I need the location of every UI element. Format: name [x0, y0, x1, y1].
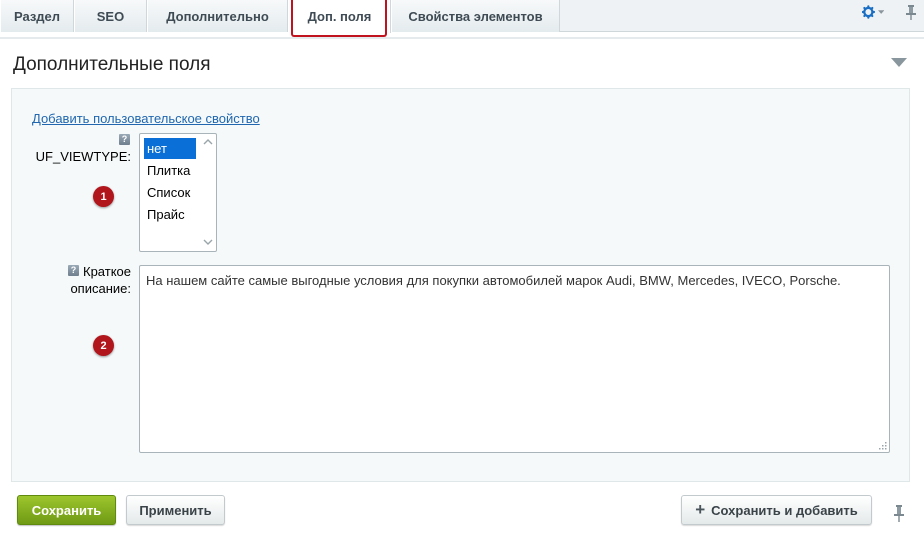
- pin-icon[interactable]: [892, 504, 906, 522]
- apply-button-label: Применить: [139, 502, 212, 518]
- tab-label: SEO: [96, 8, 125, 24]
- help-icon[interactable]: ?: [119, 134, 130, 145]
- tab-label: Доп. поля: [307, 9, 372, 24]
- tab-label: Дополнительно: [166, 8, 269, 24]
- triangle-down-icon[interactable]: [891, 58, 907, 68]
- description-textarea[interactable]: На нашем сайте самые выгодные условия дл…: [139, 265, 890, 453]
- tab-label: Свойства элементов: [408, 8, 543, 24]
- tab-element-properties[interactable]: Свойства элементов: [391, 0, 560, 32]
- resize-grip-icon[interactable]: [879, 442, 887, 450]
- tab-extra-fields[interactable]: Доп. поля: [288, 0, 391, 33]
- chevron-down-icon: [877, 9, 884, 14]
- viewtype-select[interactable]: нет Плитка Список Прайс: [139, 133, 217, 252]
- gear-icon: [862, 5, 875, 19]
- viewtype-option[interactable]: Список: [144, 182, 196, 203]
- settings-menu[interactable]: [862, 4, 884, 20]
- apply-button[interactable]: Применить: [126, 495, 225, 525]
- description-label-line1: Краткое: [83, 264, 131, 279]
- save-button[interactable]: Сохранить: [17, 495, 116, 525]
- save-button-label: Сохранить: [31, 502, 102, 518]
- add-custom-property-link[interactable]: Добавить пользовательское свойство: [32, 111, 260, 126]
- save-and-add-button[interactable]: + Сохранить и добавить: [681, 495, 872, 525]
- tab-label: Раздел: [13, 8, 61, 24]
- viewtype-option[interactable]: Плитка: [144, 160, 196, 181]
- help-icon[interactable]: ?: [68, 265, 79, 276]
- description-text: На нашем сайте самые выгодные условия дл…: [146, 273, 841, 288]
- section-title: Дополнительные поля: [13, 54, 211, 75]
- description-label-line2: описание:: [70, 281, 131, 296]
- header-divider: [0, 37, 924, 39]
- annotation-badge: 2: [93, 335, 114, 356]
- plus-icon: +: [695, 500, 706, 519]
- tab-additional[interactable]: Дополнительно: [147, 0, 288, 32]
- scroll-up-icon[interactable]: [203, 138, 213, 146]
- scroll-down-icon[interactable]: [203, 238, 213, 246]
- tab-bar: Раздел SEO Дополнительно Доп. поля Свойс…: [0, 0, 924, 33]
- tab-seo[interactable]: SEO: [74, 0, 147, 32]
- viewtype-option[interactable]: Прайс: [144, 204, 196, 225]
- annotation-badge: 1: [93, 186, 114, 207]
- viewtype-label: UF_VIEWTYPE:: [35, 149, 131, 164]
- save-and-add-label: Сохранить и добавить: [711, 502, 858, 518]
- pin-icon[interactable]: [904, 4, 918, 20]
- tab-section[interactable]: Раздел: [0, 0, 74, 32]
- viewtype-option[interactable]: нет: [144, 138, 196, 159]
